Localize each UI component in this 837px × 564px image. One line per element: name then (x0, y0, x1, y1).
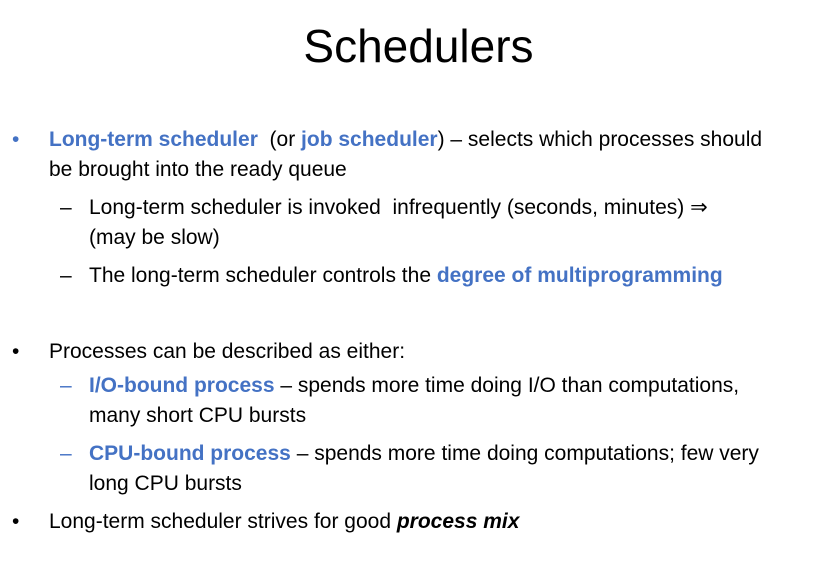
bullet-marker: • (12, 128, 20, 151)
bullet-process-mix: Long-term scheduler strives for good pro… (49, 507, 519, 537)
slide-body: • Long-term scheduler (or job scheduler)… (0, 0, 837, 564)
dash-marker: – (60, 374, 72, 397)
sub-bullet-text: The long-term scheduler controls the (89, 264, 437, 287)
sub-bullet-degree-of-multiprogramming: The long-term scheduler controls the deg… (89, 261, 723, 291)
bullet-continuation: be brought into the ready queue (49, 158, 347, 181)
bullet-marker: • (12, 510, 20, 533)
dash-marker: – (60, 264, 72, 287)
bullet-text: (or (257, 128, 302, 151)
sub-bullet-cpu-bound: CPU-bound process – spends more time doi… (89, 439, 759, 469)
term-degree-of-multiprogramming: degree of multiprogramming (436, 264, 723, 287)
term-io-bound-process: I/O-bound process (89, 374, 275, 397)
sub-bullet-continuation: (may be slow) (89, 226, 220, 249)
sub-bullet-continuation: long CPU bursts (89, 472, 242, 495)
term-cpu-bound-process: CPU-bound process (89, 442, 291, 465)
term-long-term-scheduler: Long-term scheduler (49, 128, 258, 151)
dash-marker: – (60, 442, 72, 465)
bullet-text: ) – selects which processes should (437, 128, 763, 151)
bullet-processes-described: Processes can be described as either: (49, 340, 406, 363)
sub-bullet-io-bound: I/O-bound process – spends more time doi… (89, 371, 739, 401)
dash-marker: – (60, 196, 72, 219)
sub-bullet-continuation: many short CPU bursts (89, 404, 307, 427)
bullet-text: Long-term scheduler strives for good (49, 510, 397, 533)
term-process-mix: process mix (396, 510, 520, 533)
bullet-long-term-scheduler: Long-term scheduler (or job scheduler) –… (49, 125, 762, 155)
sub-bullet-invoked-infrequently: Long-term scheduler is invoked infrequen… (89, 196, 708, 219)
sub-bullet-text: – spends more time doing computations; f… (290, 442, 759, 465)
term-job-scheduler: job scheduler (301, 128, 438, 151)
bullet-marker: • (12, 340, 20, 363)
sub-bullet-text: – spends more time doing I/O than comput… (274, 374, 740, 397)
